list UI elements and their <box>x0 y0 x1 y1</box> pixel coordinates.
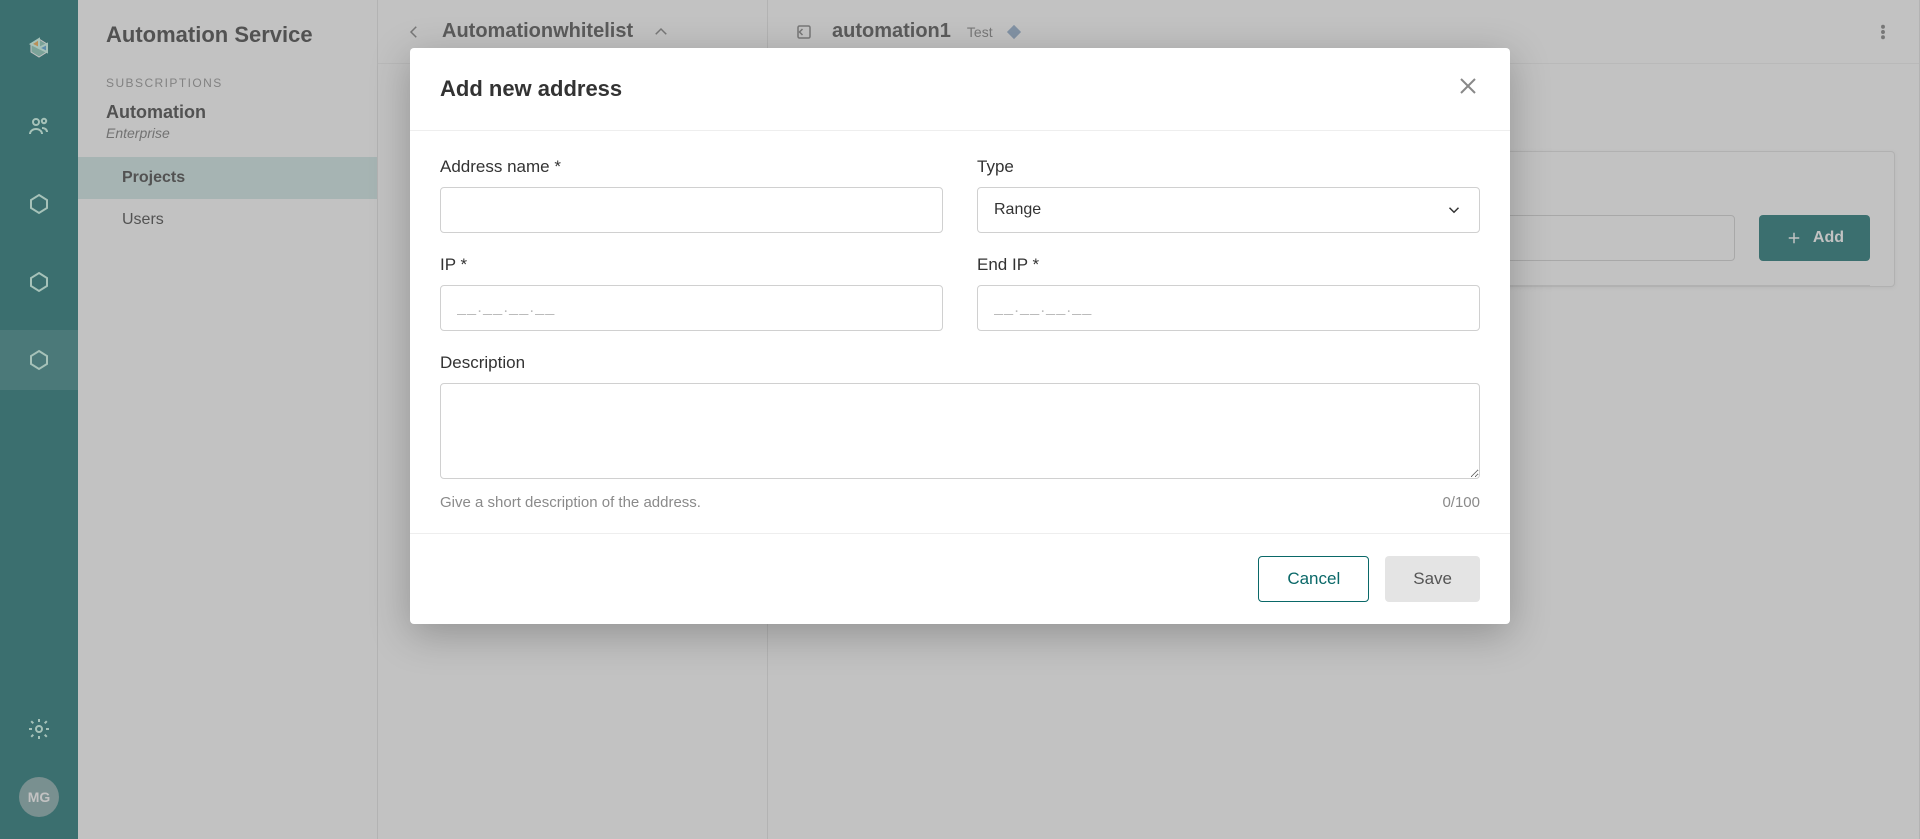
description-char-counter: 0/100 <box>1442 494 1480 511</box>
end-ip-input[interactable] <box>977 285 1480 331</box>
field-ip: IP * <box>440 255 943 331</box>
dialog-title: Add new address <box>440 76 622 102</box>
description-textarea[interactable] <box>440 383 1480 479</box>
cancel-button[interactable]: Cancel <box>1258 556 1369 602</box>
label-address-name: Address name * <box>440 157 943 177</box>
description-helper-row: Give a short description of the address.… <box>440 494 1480 511</box>
address-name-input[interactable] <box>440 187 943 233</box>
close-icon <box>1456 74 1480 98</box>
type-select[interactable]: Range <box>977 187 1480 233</box>
label-ip: IP * <box>440 255 943 275</box>
save-button[interactable]: Save <box>1385 556 1480 602</box>
dialog-body: Address name * Type Range IP * <box>410 131 1510 533</box>
label-end-ip: End IP * <box>977 255 1480 275</box>
field-description: Description Give a short description of … <box>440 353 1480 511</box>
type-select-value: Range <box>994 201 1041 219</box>
modal-scrim[interactable]: Add new address Address name * Type Rang… <box>0 0 1920 839</box>
field-type: Type Range <box>977 157 1480 233</box>
field-address-name: Address name * <box>440 157 943 233</box>
field-end-ip: End IP * <box>977 255 1480 331</box>
dialog-footer: Cancel Save <box>410 533 1510 624</box>
add-address-dialog: Add new address Address name * Type Rang… <box>410 48 1510 624</box>
label-type: Type <box>977 157 1480 177</box>
chevron-down-icon <box>1445 201 1463 219</box>
label-description: Description <box>440 353 1480 373</box>
dialog-header: Add new address <box>410 48 1510 131</box>
ip-input[interactable] <box>440 285 943 331</box>
form-grid: Address name * Type Range IP * <box>440 157 1480 511</box>
close-button[interactable] <box>1456 74 1480 104</box>
description-helper-text: Give a short description of the address. <box>440 494 701 511</box>
